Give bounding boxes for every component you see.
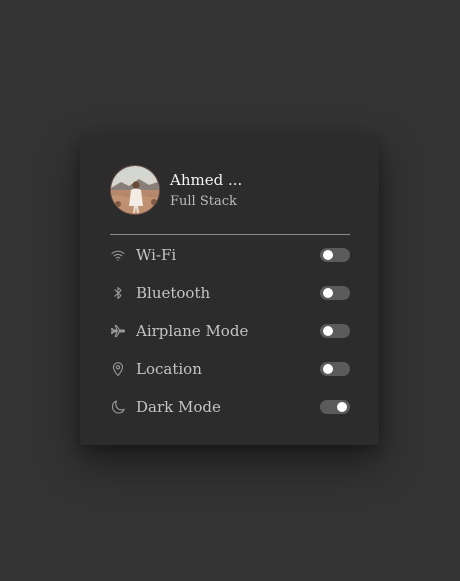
toggle-knob <box>323 250 333 260</box>
toggle-knob <box>323 288 333 298</box>
location-toggle[interactable] <box>320 362 350 376</box>
setting-label-wifi: Wi-Fi <box>136 246 177 264</box>
setting-label-bluetooth: Bluetooth <box>136 284 211 302</box>
location-pin-icon <box>110 361 126 377</box>
airplane-icon <box>110 323 126 339</box>
wifi-toggle[interactable] <box>320 248 350 262</box>
setting-row-wifi[interactable]: Wi-Fi <box>110 236 350 274</box>
setting-label-dark-mode: Dark Mode <box>136 398 221 416</box>
toggle-knob <box>323 326 333 336</box>
user-role: Full Stack <box>170 193 237 209</box>
setting-row-bluetooth[interactable]: Bluetooth <box>110 274 350 312</box>
bluetooth-toggle[interactable] <box>320 286 350 300</box>
wifi-icon <box>110 247 126 263</box>
bluetooth-icon <box>110 285 126 301</box>
setting-label-location: Location <box>136 360 202 378</box>
airplane-mode-toggle[interactable] <box>320 324 350 338</box>
avatar[interactable] <box>110 165 160 215</box>
setting-row-airplane-mode[interactable]: Airplane Mode <box>110 312 350 350</box>
setting-row-location[interactable]: Location <box>110 350 350 388</box>
toggle-knob <box>337 402 347 412</box>
setting-label-airplane-mode: Airplane Mode <box>136 322 249 340</box>
setting-row-dark-mode[interactable]: Dark Mode <box>110 388 350 426</box>
avatar-image <box>111 166 159 214</box>
quick-settings-panel: Ahmed ... Full Stack Wi-Fi Bluetooth Air… <box>80 135 379 445</box>
profile-text: Ahmed ... Full Stack <box>170 171 242 210</box>
user-profile[interactable]: Ahmed ... Full Stack <box>110 165 242 215</box>
moon-icon <box>110 399 126 415</box>
dark-mode-toggle[interactable] <box>320 400 350 414</box>
toggle-knob <box>323 364 333 374</box>
divider <box>110 234 350 235</box>
user-name: Ahmed ... <box>170 170 243 189</box>
settings-list: Wi-Fi Bluetooth Airplane Mode Location D… <box>110 236 350 426</box>
